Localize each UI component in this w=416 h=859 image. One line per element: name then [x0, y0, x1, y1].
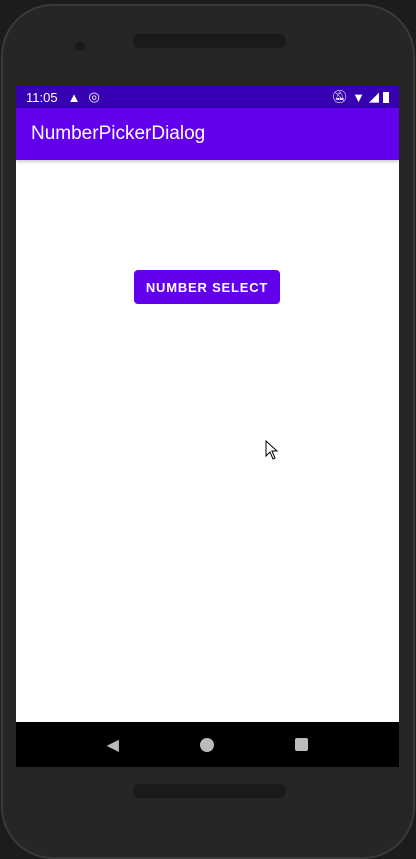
app-bar: NumberPickerDialog [16, 108, 399, 160]
status-bar: 11:05 ▲ ◎ 🔕︎ ▼ ◢ [16, 86, 399, 108]
wifi-icon: ▼ [352, 89, 365, 105]
battery-icon [383, 91, 389, 103]
back-icon[interactable]: ◀ [107, 735, 119, 755]
screen: 11:05 ▲ ◎ 🔕︎ ▼ ◢ NumberPickerDialog NUMBER… [16, 86, 399, 767]
nav-bar: ◀ [16, 722, 399, 767]
mouse-cursor-icon [265, 440, 279, 460]
bottom-speaker [133, 784, 286, 798]
camera [75, 41, 85, 51]
top-speaker [133, 34, 286, 48]
home-icon[interactable] [200, 737, 215, 752]
signal-icon: ◢ [369, 89, 379, 104]
warning-icon: ▲ [67, 89, 81, 105]
status-time: 11:05 [26, 89, 58, 105]
mute-icon: 🔕︎ [331, 89, 349, 104]
sync-icon: ◎ [88, 89, 100, 104]
recents-icon[interactable] [295, 738, 309, 751]
app-title: NumberPickerDialog [31, 123, 206, 144]
number-select-button[interactable]: NUMBER SELECT [134, 270, 280, 304]
